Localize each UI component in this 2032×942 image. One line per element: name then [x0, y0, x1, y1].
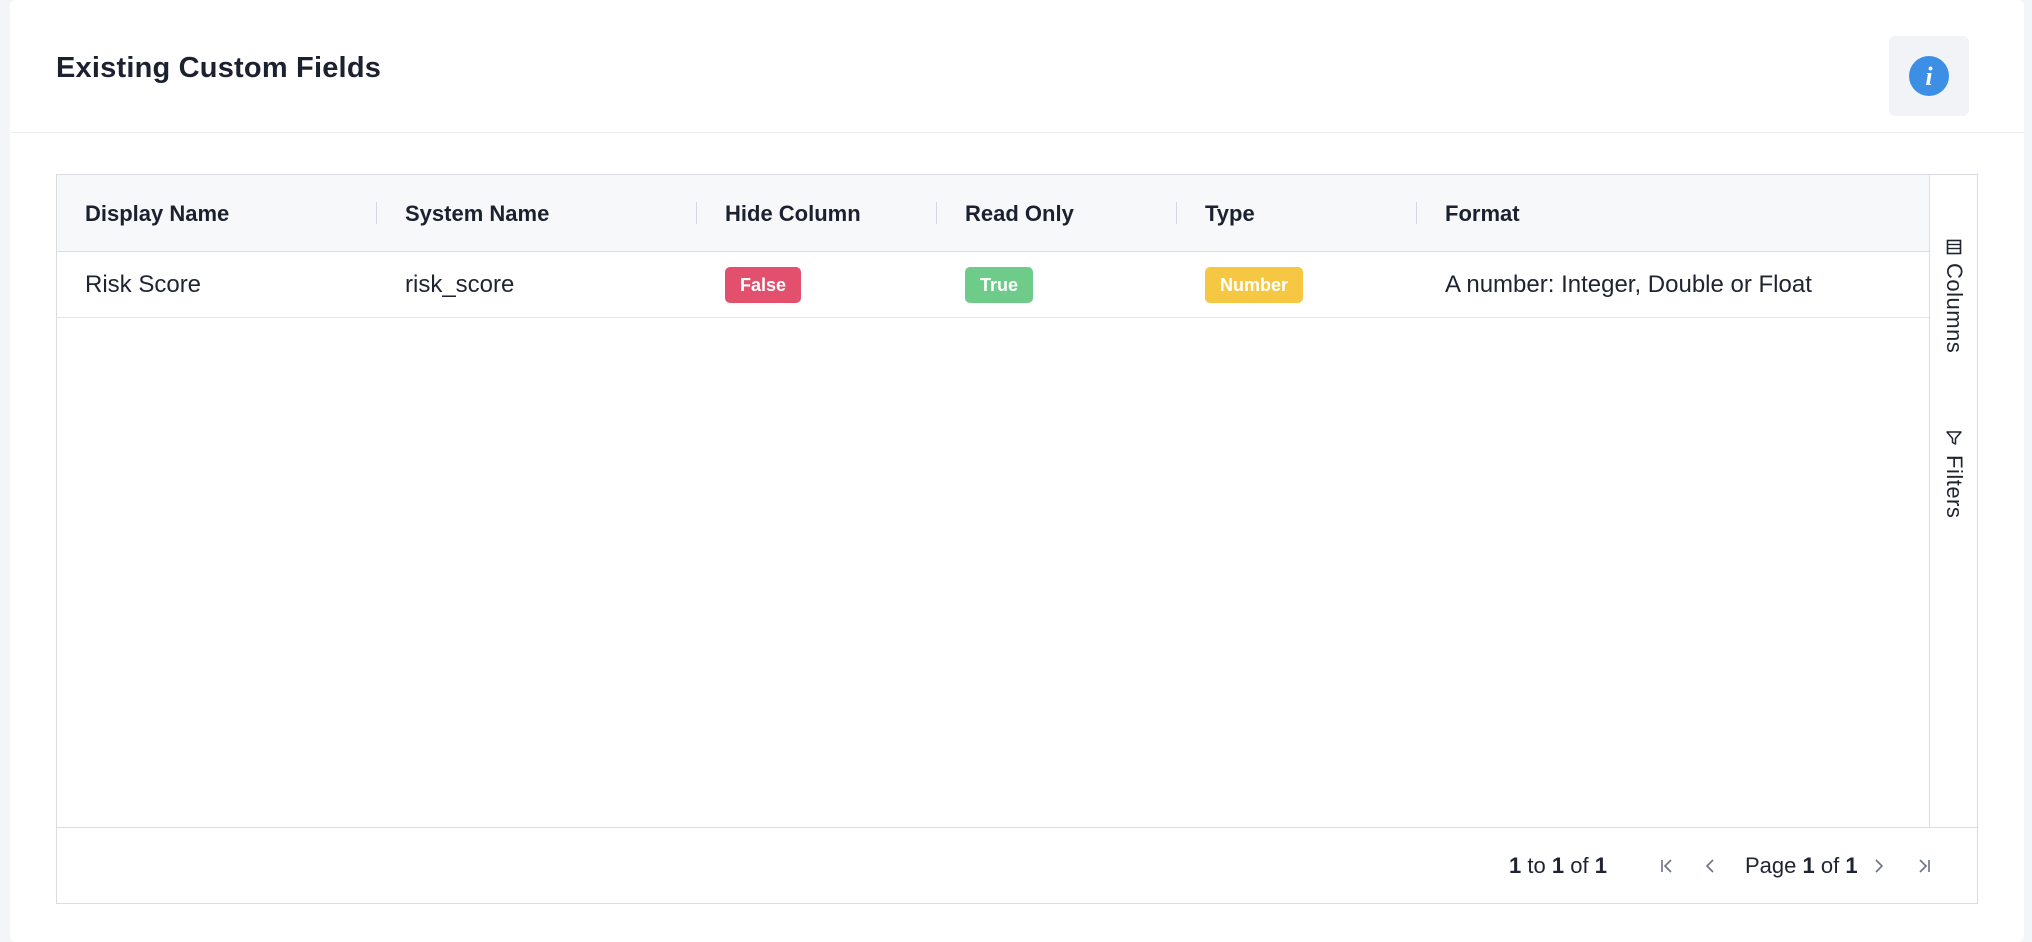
page-word: Page: [1745, 853, 1797, 878]
cell-format: A number: Integer, Double or Float: [1445, 271, 1812, 298]
column-resize-handle[interactable]: [696, 202, 697, 224]
chevron-left-icon: [1705, 859, 1714, 873]
chevron-right-icon: [1875, 859, 1884, 873]
first-page-button[interactable]: [1651, 850, 1683, 882]
header-read-only[interactable]: Read Only: [965, 175, 1074, 252]
column-resize-handle[interactable]: [936, 202, 937, 224]
grid-header-row: Display Name System Name Hide Column Rea…: [57, 175, 1929, 252]
grid-body: Display Name System Name Hide Column Rea…: [57, 175, 1929, 827]
filters-tab-label: Filters: [1942, 455, 1967, 519]
page-current: 1: [1802, 853, 1815, 878]
columns-icon: [1946, 239, 1962, 255]
info-icon: i: [1909, 56, 1949, 96]
header-display-name[interactable]: Display Name: [85, 175, 229, 252]
previous-page-button[interactable]: [1694, 850, 1726, 882]
table-row[interactable]: Risk Score risk_score False True Number …: [57, 252, 1929, 318]
grid-side-bar: Columns Filters: [1929, 175, 1977, 827]
last-page-icon: [1919, 859, 1930, 873]
header-hide-column[interactable]: Hide Column: [725, 175, 861, 252]
first-page-icon: [1661, 859, 1672, 873]
column-resize-handle[interactable]: [1176, 202, 1177, 224]
next-page-button[interactable]: [1863, 850, 1895, 882]
page-title: Existing Custom Fields: [56, 52, 382, 84]
cell-read-only: True: [965, 252, 1034, 318]
row-from: 1: [1509, 853, 1522, 878]
page-total: 1: [1845, 853, 1858, 878]
card-header: Existing Custom Fields i: [10, 0, 2024, 133]
cell-type: Number: [1205, 252, 1304, 318]
svg-text:i: i: [1925, 62, 1933, 91]
status-badge-true: True: [965, 267, 1034, 303]
column-resize-handle[interactable]: [376, 202, 377, 224]
page-of-word: of: [1820, 853, 1840, 878]
columns-tool-tab[interactable]: Columns: [1930, 239, 1978, 353]
custom-fields-card: Existing Custom Fields i Display Name Sy…: [10, 0, 2024, 942]
last-page-button[interactable]: [1908, 850, 1940, 882]
row-of-word: of: [1570, 853, 1589, 878]
row-total: 1: [1594, 853, 1607, 878]
column-resize-handle[interactable]: [1416, 202, 1417, 224]
header-system-name[interactable]: System Name: [405, 175, 549, 252]
filters-tool-tab[interactable]: Filters: [1930, 429, 1978, 518]
header-type[interactable]: Type: [1205, 175, 1255, 252]
row-to: 1: [1551, 853, 1565, 878]
type-badge-number: Number: [1205, 267, 1304, 303]
row-summary: 1 to 1 of 1: [1509, 828, 1607, 904]
columns-tab-label: Columns: [1942, 263, 1967, 354]
cell-hide-column: False: [725, 252, 802, 318]
filter-icon: [1946, 431, 1962, 445]
row-to-word: to: [1527, 853, 1546, 878]
page-summary: Page 1 of 1: [1745, 828, 1858, 904]
header-format[interactable]: Format: [1445, 175, 1520, 252]
cell-system-name: risk_score: [405, 271, 515, 298]
status-badge-false: False: [725, 267, 802, 303]
cell-display-name: Risk Score: [85, 271, 202, 298]
pagination-panel: 1 to 1 of 1 Page 1 of 1: [57, 827, 1977, 903]
custom-fields-grid: Display Name System Name Hide Column Rea…: [56, 174, 1978, 904]
info-button[interactable]: i: [1889, 36, 1969, 116]
